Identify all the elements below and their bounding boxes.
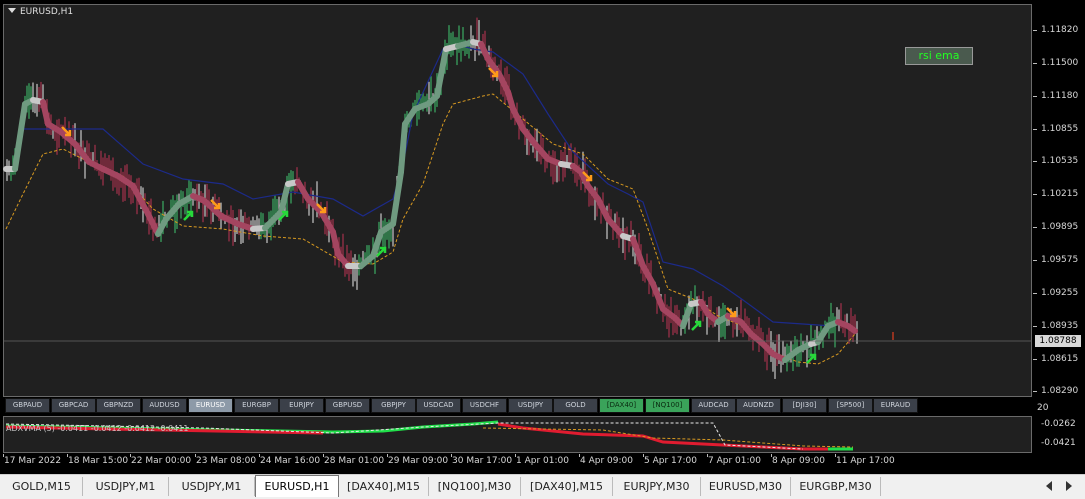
price-axis-label: 1.08935 xyxy=(1041,321,1079,331)
symbol-button-sp500[interactable]: [SP500] xyxy=(828,398,873,413)
time-axis-label: 29 Mar 09:00 xyxy=(388,456,449,466)
tab--dax40--m15[interactable]: [DAX40],M15 xyxy=(339,477,429,496)
symbol-button-euraud[interactable]: EURAUD xyxy=(873,398,918,413)
symbol-button-audusd[interactable]: AUDUSD xyxy=(142,398,187,413)
price-axis: 1.11820 1.11500 1.11180 1.10855 1.10535 1.102… xyxy=(1033,4,1085,454)
symbol-button-dax40[interactable]: [DAX40] xyxy=(599,398,644,413)
price-axis-label: 1.09255 xyxy=(1041,288,1079,298)
tab--dax40--m15[interactable]: [DAX40],M15 xyxy=(521,477,613,496)
time-axis-label: 30 Mar 17:00 xyxy=(452,456,513,466)
price-tick xyxy=(1033,391,1037,392)
time-axis-label: 4 Apr 09:00 xyxy=(580,456,633,466)
tab-gold-m15[interactable]: GOLD,M15 xyxy=(1,477,83,496)
price-chart xyxy=(3,17,1032,451)
time-axis-label: 18 Mar 15:00 xyxy=(68,456,129,466)
symbol-button-gbpaud[interactable]: GBPAUD xyxy=(5,398,50,413)
symbol-button-eurusd[interactable]: EURUSD xyxy=(188,398,233,413)
price-tick xyxy=(1033,194,1037,195)
envelope-lower-line xyxy=(5,93,856,365)
symbol-button-audcad[interactable]: AUDCAD xyxy=(691,398,736,413)
time-axis-label: 28 Mar 01:00 xyxy=(324,456,385,466)
symbol-button-usdcad[interactable]: USDCAD xyxy=(416,398,461,413)
symbol-button-usdchf[interactable]: USDCHF xyxy=(462,398,507,413)
rsi-ema-button[interactable]: rsi ema xyxy=(905,47,973,65)
current-price-label: 1.08788 xyxy=(1035,335,1081,347)
symbol-button-eurjpy[interactable]: EURJPY xyxy=(279,398,324,413)
tab-eurjpy-m30[interactable]: EURJPY,M30 xyxy=(613,477,701,496)
symbol-button-dji30[interactable]: [DJI30] xyxy=(782,398,827,413)
price-tick xyxy=(1033,359,1037,360)
chart-title-text: EURUSD,H1 xyxy=(20,7,74,17)
price-axis-label: 1.11180 xyxy=(1041,91,1079,101)
symbol-button-gbpjpy[interactable]: GBPJPY xyxy=(371,398,416,413)
subwindow-scale-top: 20 xyxy=(1037,403,1049,413)
price-tick xyxy=(1033,293,1037,294)
time-axis: 17 Mar 2022 18 Mar 15:00 22 Mar 00:00 23 Ma… xyxy=(0,454,1035,470)
subwindow-indicator-label: ADXVMA (5) -0.0411 -0.0412 -0.0412 -0.04… xyxy=(6,424,189,433)
time-axis-label: 5 Apr 17:00 xyxy=(644,456,697,466)
time-axis-label: 23 Mar 08:00 xyxy=(196,456,257,466)
symbol-button-gbpcad[interactable]: GBPCAD xyxy=(51,398,96,413)
tab-eurusd-h1[interactable]: EURUSD,H1 xyxy=(255,475,339,497)
price-axis-label: 1.11820 xyxy=(1041,25,1079,35)
subwindow-level-label: -0.0421 xyxy=(1041,438,1076,448)
symbol-button-nq100[interactable]: [NQ100] xyxy=(645,398,690,413)
price-tick xyxy=(1033,326,1037,327)
symbol-button-gold[interactable]: GOLD xyxy=(553,398,598,413)
symbol-button-gbpnzd[interactable]: GBPNZD xyxy=(96,398,141,413)
tab--nq100--m30[interactable]: [NQ100],M30 xyxy=(429,477,521,496)
time-axis-label: 17 Mar 2022 xyxy=(4,456,62,466)
subwindow-down-line xyxy=(497,422,828,451)
tab-usdjpy-m1[interactable]: USDJPY,M1 xyxy=(83,477,169,496)
time-axis-label: 7 Apr 01:00 xyxy=(708,456,761,466)
rsi-ema-line-segment xyxy=(330,229,341,257)
terminal-window: EURUSD,H1 rsi ema 1.11820 1.11500 1.11180 1… xyxy=(0,0,1085,499)
price-axis-label: 1.09895 xyxy=(1041,222,1079,232)
tab-scroll-left-icon[interactable] xyxy=(1046,481,1052,491)
time-axis-label: 24 Mar 16:00 xyxy=(260,456,321,466)
rsi-ema-line-segment xyxy=(845,323,858,334)
buy-arrow-icon xyxy=(691,320,702,331)
price-tick xyxy=(1033,30,1037,31)
time-axis-label: 11 Apr 17:00 xyxy=(836,456,895,466)
envelope-upper-line xyxy=(23,45,834,327)
tab-scroll-right-icon[interactable] xyxy=(1066,481,1072,491)
time-axis-label: 1 Apr 01:00 xyxy=(516,456,569,466)
rsi-ema-line-segment xyxy=(12,101,28,172)
price-axis-label: 1.10215 xyxy=(1041,189,1079,199)
price-axis-label: 1.08290 xyxy=(1041,386,1079,396)
price-tick xyxy=(1033,63,1037,64)
symbol-button-eurgbp[interactable]: EURGBP xyxy=(234,398,279,413)
price-tick xyxy=(1033,227,1037,228)
subwindow-level-label: -0.0262 xyxy=(1041,419,1076,429)
tab-eurusd-m30[interactable]: EURUSD,M30 xyxy=(701,477,791,496)
price-tick xyxy=(1033,260,1037,261)
rsi-ema-line-segment xyxy=(680,301,694,329)
rsi-ema-line-segment xyxy=(398,121,408,175)
price-axis-label: 1.10855 xyxy=(1041,124,1079,134)
time-axis-label: 8 Apr 09:00 xyxy=(772,456,825,466)
rsi-ema-line-segment xyxy=(390,169,404,227)
price-axis-label: 1.11500 xyxy=(1041,58,1079,68)
price-tick xyxy=(1033,96,1037,97)
chart-tab-bar: GOLD,M15 USDJPY,M1 USDJPY,M1 EURUSD,H1 [DAX4… xyxy=(0,474,1085,499)
tab-usdjpy-m1[interactable]: USDJPY,M1 xyxy=(169,477,255,496)
price-tick xyxy=(1033,161,1037,162)
symbol-button-audnzd[interactable]: AUDNZD xyxy=(736,398,781,413)
buy-arrow-icon xyxy=(806,353,817,364)
chart-menu-triangle-icon[interactable] xyxy=(8,8,16,13)
price-axis-label: 1.10535 xyxy=(1041,156,1079,166)
symbol-button-gbpusd[interactable]: GBPUSD xyxy=(325,398,370,413)
symbol-button-usdjpy[interactable]: USDJPY xyxy=(508,398,553,413)
price-tick xyxy=(1033,129,1037,130)
price-axis-label: 1.09575 xyxy=(1041,255,1079,265)
chart-title: EURUSD,H1 xyxy=(8,7,73,17)
tab-eurgbp-m30[interactable]: EURGBP,M30 xyxy=(791,477,881,496)
price-axis-label: 1.08615 xyxy=(1041,354,1079,364)
time-axis-label: 22 Mar 00:00 xyxy=(131,456,192,466)
